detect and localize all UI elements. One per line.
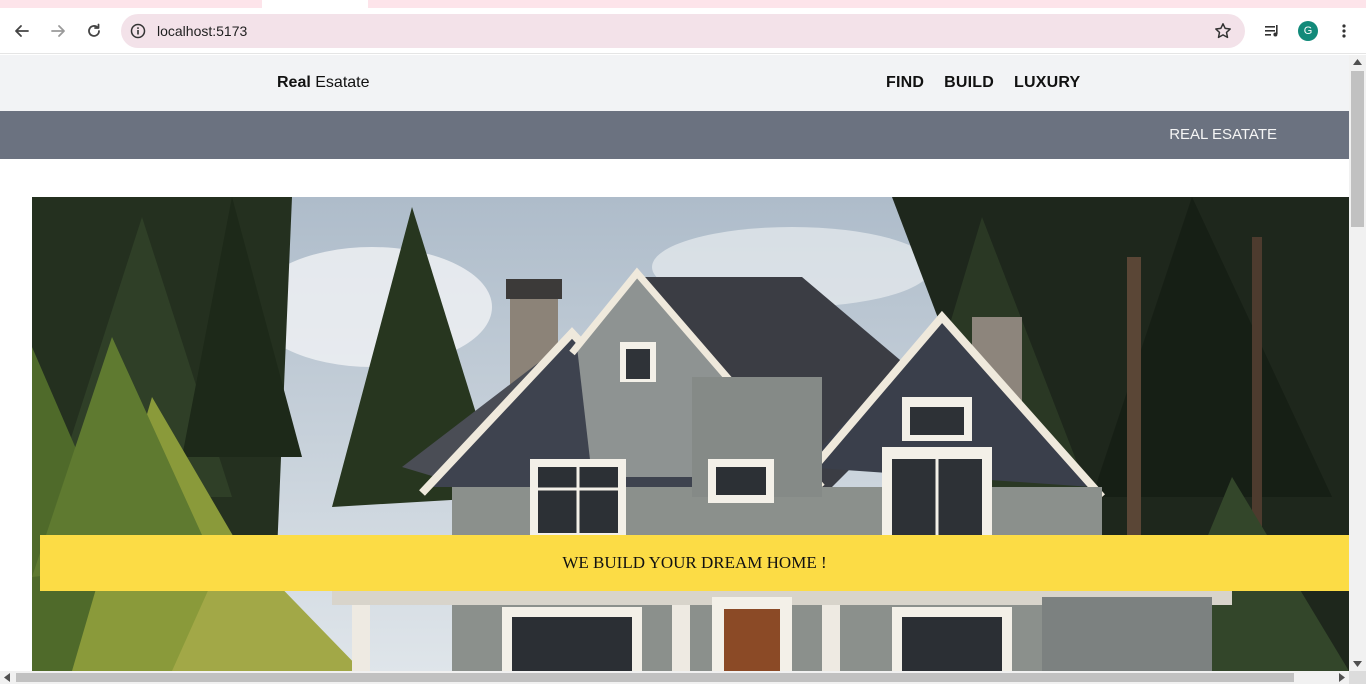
scroll-down-icon[interactable]: [1353, 661, 1362, 667]
profile-avatar[interactable]: G: [1298, 21, 1318, 41]
more-menu-button[interactable]: [1330, 17, 1358, 45]
site-info-icon[interactable]: [129, 22, 147, 40]
scroll-up-icon[interactable]: [1353, 59, 1362, 65]
back-icon: [15, 25, 29, 37]
media-controls-icon: [1265, 25, 1278, 37]
scroll-left-icon[interactable]: [4, 673, 10, 682]
site-navbar: Real Esatate FIND BUILD LUXURY: [0, 55, 1349, 111]
brand-logo[interactable]: Real Esatate: [277, 55, 370, 111]
horizontal-scrollbar[interactable]: [0, 671, 1349, 684]
nav-link-luxury[interactable]: LUXURY: [1014, 74, 1080, 92]
forward-icon: [51, 25, 65, 37]
vertical-scroll-thumb[interactable]: [1351, 71, 1364, 227]
page-viewport: Real Esatate FIND BUILD LUXURY REAL ESAT…: [0, 55, 1349, 671]
subheader-title: REAL ESATATE: [1169, 126, 1277, 143]
brand-bold-text: Real: [277, 74, 311, 91]
back-button[interactable]: [8, 17, 36, 45]
forward-button[interactable]: [44, 17, 72, 45]
more-menu-icon: [1342, 24, 1346, 38]
media-controls-button[interactable]: [1258, 17, 1286, 45]
bookmark-star-icon[interactable]: [1213, 21, 1233, 41]
scrollbar-corner: [1349, 671, 1366, 684]
house-illustration: [32, 197, 1349, 671]
nav-link-build[interactable]: BUILD: [944, 74, 994, 92]
hero-banner: WE BUILD YOUR DREAM HOME !: [40, 535, 1349, 591]
active-tab[interactable]: [262, 0, 368, 8]
horizontal-scroll-thumb[interactable]: [16, 673, 1294, 682]
nav-link-find[interactable]: FIND: [886, 74, 924, 92]
address-bar[interactable]: localhost:5173: [121, 14, 1245, 48]
tab-strip: [0, 0, 1366, 8]
browser-toolbar: localhost:5173 G: [0, 8, 1366, 54]
vertical-scrollbar[interactable]: [1349, 55, 1366, 671]
reload-button[interactable]: [80, 17, 108, 45]
scroll-right-icon[interactable]: [1339, 673, 1345, 682]
brand-rest-text: Esatate: [315, 74, 370, 91]
url-text[interactable]: localhost:5173: [157, 14, 247, 48]
nav-links: FIND BUILD LUXURY: [886, 55, 1080, 111]
reload-icon: [88, 23, 100, 37]
hero-image: WE BUILD YOUR DREAM HOME !: [32, 197, 1349, 671]
subheader-bar: REAL ESATATE: [0, 111, 1349, 159]
